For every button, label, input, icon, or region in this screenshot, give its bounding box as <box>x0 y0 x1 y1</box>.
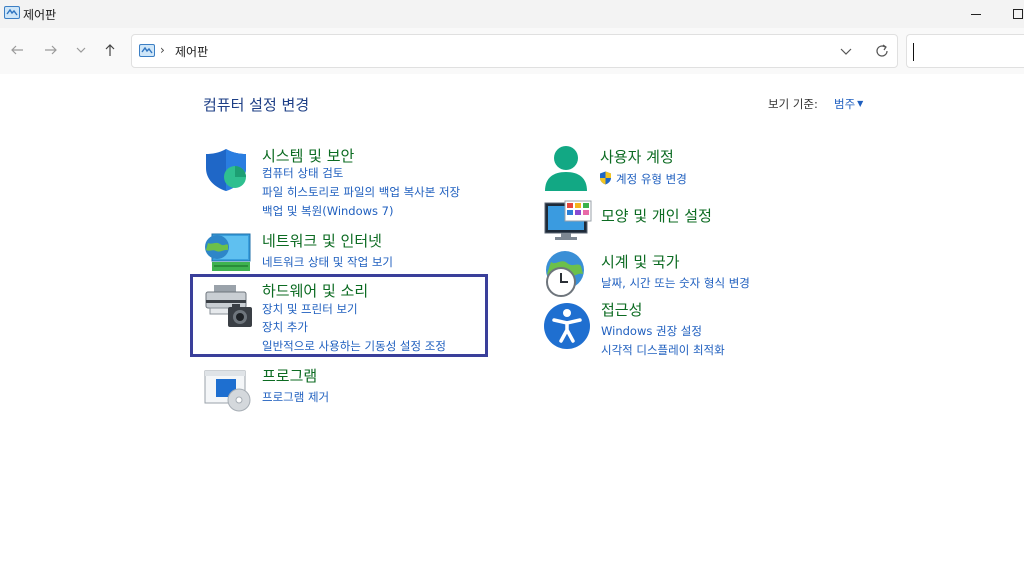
title-bar: 제어판 <box>0 0 1024 28</box>
monitor-palette-icon <box>544 200 592 240</box>
shield-icon <box>206 149 246 191</box>
forward-button[interactable] <box>41 40 61 60</box>
category-title-clock[interactable]: 시계 및 국가 <box>601 251 680 272</box>
category-system-security: 시스템 및 보안 컴퓨터 상태 검토 파일 히스토리로 파일의 백업 복사본 저… <box>204 145 504 220</box>
link-network-0[interactable]: 네트워크 상태 및 작업 보기 <box>262 254 393 270</box>
link-system-0[interactable]: 컴퓨터 상태 검토 <box>262 165 343 181</box>
maximize-icon <box>1013 9 1023 19</box>
link-programs-0[interactable]: 프로그램 제거 <box>262 389 329 405</box>
text-caret <box>913 43 914 61</box>
navigation-bar: › 제어판 <box>0 28 1024 74</box>
page-title: 컴퓨터 설정 변경 <box>203 96 310 114</box>
category-title-programs[interactable]: 프로그램 <box>262 365 317 386</box>
category-network: 네트워크 및 인터넷 네트워크 상태 및 작업 보기 <box>204 230 504 273</box>
address-bar[interactable]: › 제어판 <box>131 34 898 68</box>
view-by-value: 범주 <box>834 97 856 111</box>
breadcrumb-item[interactable]: 제어판 <box>175 43 208 60</box>
view-by-label: 보기 기준: <box>768 97 818 111</box>
category-title-accounts[interactable]: 사용자 계정 <box>600 146 674 167</box>
link-accounts-0[interactable]: 계정 유형 변경 <box>616 171 687 187</box>
minimize-button[interactable] <box>958 0 994 28</box>
chevron-down-icon <box>76 47 86 53</box>
globe-clock-icon <box>546 251 584 297</box>
maximize-button[interactable] <box>1000 0 1024 28</box>
dropdown-arrow-icon: ▼ <box>857 99 864 108</box>
link-access-0[interactable]: Windows 권장 설정 <box>601 323 702 339</box>
category-title-appearance[interactable]: 모양 및 개인 설정 <box>601 205 712 226</box>
category-title-system[interactable]: 시스템 및 보안 <box>262 145 354 166</box>
search-input[interactable] <box>906 34 1024 68</box>
category-clock-region: 시계 및 국가 날짜, 시간 또는 숫자 형식 변경 <box>543 250 863 298</box>
programs-disc-icon <box>204 370 251 412</box>
recent-locations-button[interactable] <box>71 40 91 60</box>
back-button[interactable] <box>7 40 27 60</box>
arrow-up-icon <box>105 44 115 56</box>
uac-shield-icon <box>600 171 611 185</box>
control-panel-icon <box>139 44 155 57</box>
view-by-dropdown[interactable]: 범주 ▼ <box>834 96 863 112</box>
category-title-network[interactable]: 네트워크 및 인터넷 <box>262 230 382 251</box>
arrow-right-icon <box>45 45 57 55</box>
category-user-accounts: 사용자 계정 계정 유형 변경 <box>543 145 863 195</box>
link-clock-0[interactable]: 날짜, 시간 또는 숫자 형식 변경 <box>601 275 750 291</box>
link-system-2[interactable]: 백업 및 복원(Windows 7) <box>262 203 394 219</box>
arrow-left-icon <box>11 45 23 55</box>
user-icon <box>545 146 587 191</box>
link-system-1[interactable]: 파일 히스토리로 파일의 백업 복사본 저장 <box>262 184 460 200</box>
category-programs: 프로그램 프로그램 제거 <box>204 365 504 412</box>
accessibility-icon <box>544 303 590 349</box>
refresh-icon[interactable] <box>874 43 890 59</box>
link-access-1[interactable]: 시각적 디스플레이 최적화 <box>601 342 725 358</box>
up-button[interactable] <box>100 40 120 60</box>
minimize-icon <box>971 13 981 15</box>
category-appearance: 모양 및 개인 설정 <box>543 200 863 242</box>
category-accessibility: 접근성 Windows 권장 설정 시각적 디스플레이 최적화 <box>543 299 863 358</box>
chevron-down-icon[interactable] <box>838 43 854 59</box>
window-title: 제어판 <box>23 8 57 22</box>
highlight-box <box>190 274 488 357</box>
control-panel-icon <box>4 6 20 19</box>
globe-monitor-icon <box>205 233 251 271</box>
breadcrumb-separator: › <box>160 43 165 57</box>
category-title-access[interactable]: 접근성 <box>601 299 642 320</box>
